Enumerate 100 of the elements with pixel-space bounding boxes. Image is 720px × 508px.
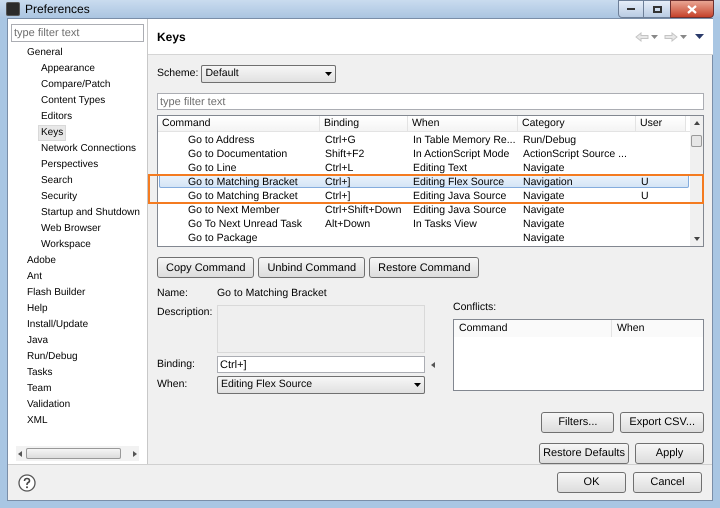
table-cell: Go to Line xyxy=(188,162,236,174)
minimize-button[interactable] xyxy=(618,0,644,18)
tree-item[interactable]: Run/Debug xyxy=(24,349,81,366)
when-dropdown[interactable]: Editing Flex Source xyxy=(217,376,425,394)
dropdown-caret-icon[interactable] xyxy=(680,34,687,39)
tree-item[interactable]: Validation xyxy=(24,397,74,414)
table-row[interactable]: Go to Documentation Shift+F2 In ActionScript Mode ActionScript Source ... xyxy=(159,146,689,160)
tree-item[interactable]: Network Connections xyxy=(38,141,140,158)
tree-item[interactable]: Team xyxy=(24,381,54,398)
when-label: When: xyxy=(157,377,188,392)
view-menu-icon[interactable] xyxy=(695,34,704,40)
scroll-thumb[interactable] xyxy=(691,135,702,148)
page-button[interactable]: Apply xyxy=(635,443,704,464)
tree-item[interactable]: Web Browser xyxy=(38,221,104,238)
filter-field[interactable]: type filter text xyxy=(11,24,144,42)
table-cell: Editing Java Source xyxy=(413,190,506,202)
column-header[interactable]: Command xyxy=(454,320,612,337)
column-header[interactable]: User xyxy=(636,116,686,132)
tree-item[interactable]: Tasks xyxy=(24,365,56,382)
table-row[interactable]: Go to Line Ctrl+L Editing Text Navigate xyxy=(159,160,689,174)
page-button[interactable]: Restore Defaults xyxy=(539,443,629,464)
table-cell: Navigate xyxy=(523,218,564,230)
table-cell: In ActionScript Mode xyxy=(413,148,510,160)
tree-item[interactable]: General xyxy=(24,45,66,62)
command-button[interactable]: Copy Command xyxy=(157,257,254,278)
tree-item[interactable]: Ant xyxy=(24,269,46,286)
command-button[interactable]: Restore Command xyxy=(369,257,480,278)
table-row[interactable]: Go To Next Unread Task Alt+Down In Tasks View Navigate xyxy=(159,216,689,230)
table-cell: Editing Flex Source xyxy=(413,176,504,188)
tree-item[interactable]: Search xyxy=(38,173,76,190)
scroll-thumb[interactable] xyxy=(26,448,121,459)
table-cell: Ctrl+G xyxy=(325,134,356,146)
table-cell: Go to Matching Bracket xyxy=(188,190,298,202)
description-label: Description: xyxy=(157,305,214,320)
table-button[interactable]: Export CSV... xyxy=(620,412,704,433)
binding-field[interactable]: Ctrl+] xyxy=(217,356,425,373)
tree-item[interactable]: Java xyxy=(24,333,52,350)
table-cell: In Tasks View xyxy=(413,218,477,230)
caret-left-icon[interactable] xyxy=(431,362,435,368)
table-cell: Go to Address xyxy=(188,134,255,146)
tree-item[interactable]: Keys xyxy=(38,125,66,142)
table-row[interactable]: Go to Matching Bracket Ctrl+] Editing Java Source Navigate U xyxy=(159,188,689,202)
command-button[interactable]: Unbind Command xyxy=(258,257,366,278)
tree-item[interactable]: Editors xyxy=(38,109,76,126)
table-cell: ActionScript Source ... xyxy=(523,148,627,160)
table-cell: Go to Matching Bracket xyxy=(188,176,298,188)
tree-item[interactable]: XML xyxy=(24,413,51,430)
tree-item[interactable]: Help xyxy=(24,301,51,318)
scroll-left-icon[interactable] xyxy=(18,450,22,456)
conflicts-label: Conflicts: xyxy=(453,300,498,316)
dialog-button[interactable]: OK xyxy=(557,472,626,493)
column-header[interactable]: Command xyxy=(158,116,320,132)
name-value: Go to Matching Bracket xyxy=(217,286,328,302)
binding-label: Binding: xyxy=(157,356,196,372)
table-cell: Go to Documentation xyxy=(188,148,288,160)
tree-item[interactable]: Perspectives xyxy=(38,157,102,174)
table-cell: U xyxy=(641,176,649,188)
column-header[interactable]: When xyxy=(612,320,703,337)
table-cell: Navigate xyxy=(523,204,564,216)
tree-item[interactable]: Workspace xyxy=(38,237,94,254)
table-cell: Editing Text xyxy=(413,162,468,174)
table-cell: Go to Package xyxy=(188,232,258,244)
vertical-scrollbar[interactable] xyxy=(690,116,703,246)
horizontal-scrollbar[interactable] xyxy=(16,446,139,461)
tree-item[interactable]: Security xyxy=(38,189,80,206)
scroll-down-icon[interactable] xyxy=(694,237,700,242)
table-cell: Navigate xyxy=(523,162,564,174)
tree-item[interactable]: Compare/Patch xyxy=(38,77,114,94)
table-cell: Alt+Down xyxy=(325,218,370,230)
table-cell: Navigate xyxy=(523,190,564,202)
tree-item[interactable]: Startup and Shutdown xyxy=(38,205,143,222)
table-cell: Navigation xyxy=(523,176,573,188)
column-header[interactable]: Category xyxy=(518,116,636,132)
tree-item[interactable]: Content Types xyxy=(38,93,108,110)
tree-item[interactable]: Flash Builder xyxy=(24,285,88,302)
dialog-button[interactable]: Cancel xyxy=(633,472,702,493)
table-row[interactable]: Go to Package Navigate xyxy=(159,230,689,244)
close-button[interactable] xyxy=(670,0,714,18)
column-header[interactable]: Binding xyxy=(320,116,408,132)
help-icon[interactable] xyxy=(18,474,36,492)
table-cell: Ctrl+] xyxy=(325,176,350,188)
table-cell: Go To Next Unread Task xyxy=(188,218,302,230)
app-icon xyxy=(6,2,20,16)
dropdown-caret-icon[interactable] xyxy=(651,34,658,39)
scroll-right-icon[interactable] xyxy=(133,450,137,456)
scheme-label: Scheme: xyxy=(157,66,198,82)
maximize-button[interactable] xyxy=(644,0,670,18)
table-row[interactable]: Go to Address Ctrl+G In Table Memory Re... Run/Debug xyxy=(159,132,689,146)
filter-field[interactable]: type filter text xyxy=(157,93,704,110)
tree-item[interactable]: Adobe xyxy=(24,253,59,270)
scheme-dropdown[interactable]: Default xyxy=(201,65,336,84)
table-button[interactable]: Filters... xyxy=(541,412,614,433)
tree-item[interactable]: Install/Update xyxy=(24,317,92,334)
table-row[interactable]: Go to Next Member Ctrl+Shift+Down Editing Java Source Navigate xyxy=(159,202,689,216)
table-cell: In Table Memory Re... xyxy=(413,134,516,146)
close-icon xyxy=(687,4,697,14)
column-header[interactable]: When xyxy=(408,116,518,132)
scroll-up-icon[interactable] xyxy=(694,121,700,126)
tree-item[interactable]: Appearance xyxy=(38,61,98,78)
dropdown-caret-icon xyxy=(414,383,421,387)
